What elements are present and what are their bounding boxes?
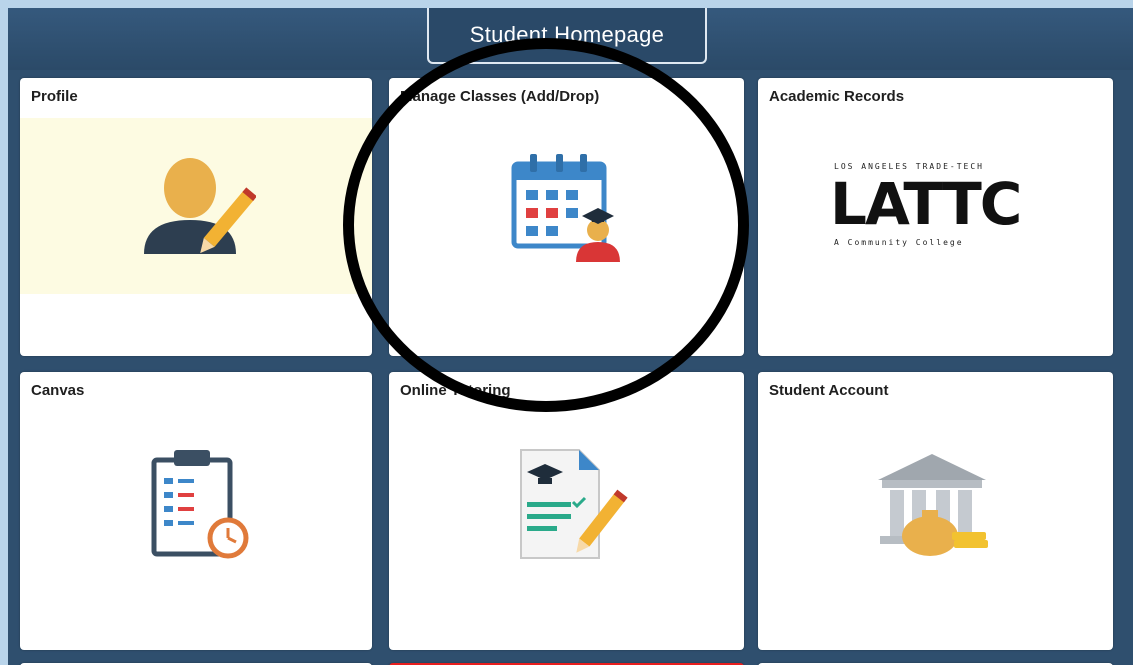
clipboard-clock-icon (151, 450, 249, 559)
tile-title-student-account: Student Account (769, 382, 889, 399)
document-graduation-pencil-icon (520, 449, 628, 559)
lattc-logo: LOS ANGELES TRADE-TECH LATTC A Community… (830, 162, 1042, 252)
tile-student-account[interactable]: Student Account (758, 372, 1113, 650)
student-homepage-frame: Student Homepage Profile Manage Classes … (8, 8, 1133, 665)
lattc-logo-main-text: LATTC (830, 170, 1022, 238)
tile-title-academic-records: Academic Records (769, 88, 905, 105)
tile-profile[interactable]: Profile (20, 78, 372, 356)
tile-online-tutoring[interactable]: Online Tutoring (389, 372, 744, 650)
tile-title-online-tutoring: Online Tutoring (400, 382, 511, 399)
tile-title-profile: Profile (31, 88, 78, 105)
student-homepage-button[interactable]: Student Homepage (427, 8, 707, 64)
homepage-banner: Student Homepage (8, 8, 1133, 70)
tile-manage-classes[interactable]: Manage Classes (Add/Drop) (389, 78, 744, 356)
tile-academic-records[interactable]: Academic Records LOS ANGELES TRADE-TECH … (758, 78, 1113, 356)
tile-canvas[interactable]: Canvas (20, 372, 372, 650)
calendar-student-icon (511, 154, 620, 262)
tile-title-manage-classes: Manage Classes (Add/Drop) (400, 88, 600, 105)
profile-user-pencil-icon (144, 158, 256, 254)
bank-money-bag-icon (878, 454, 988, 556)
tile-title-canvas: Canvas (31, 382, 85, 399)
lattc-logo-bottom-text: A Community College (834, 238, 964, 247)
